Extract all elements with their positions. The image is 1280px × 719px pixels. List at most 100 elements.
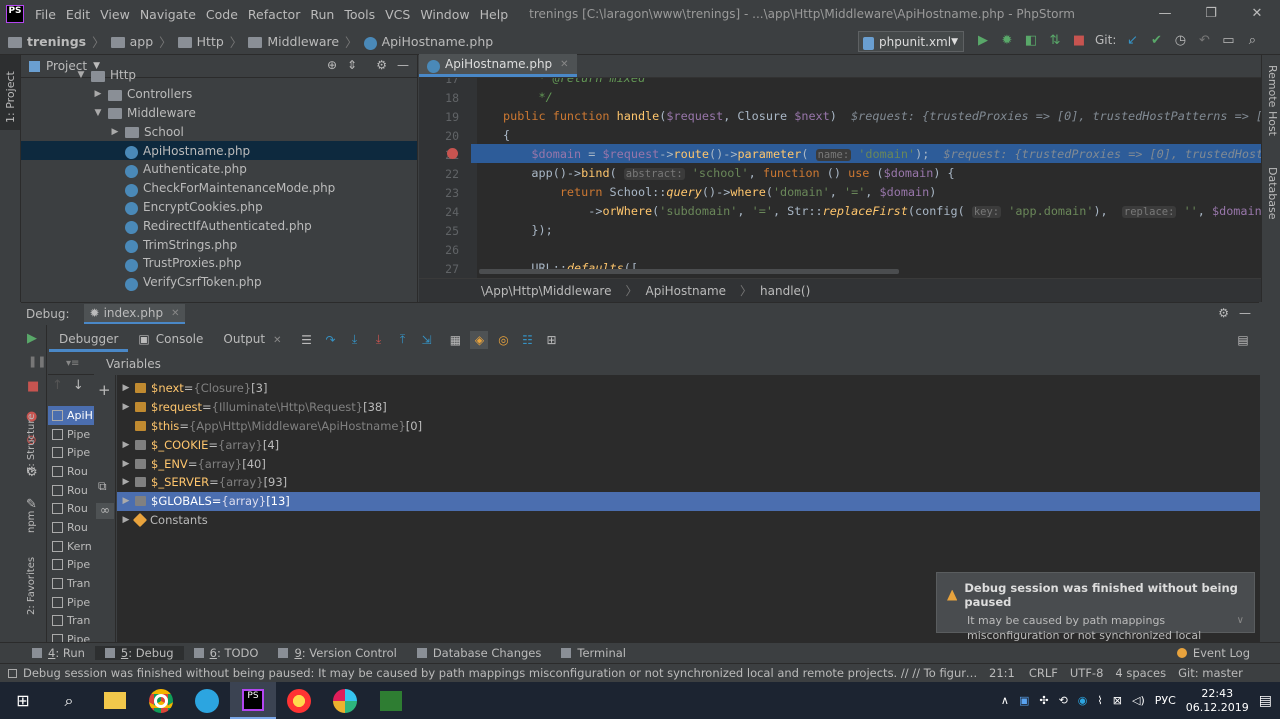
expand-arrow-icon[interactable]: ▶ bbox=[117, 477, 135, 487]
git-history-icon[interactable]: ◷ bbox=[1172, 32, 1188, 48]
stack-frame[interactable]: Tran bbox=[48, 574, 94, 593]
chevron-down-icon[interactable]: ∨ bbox=[1237, 615, 1244, 626]
project-tree-item[interactable]: ▼ Http bbox=[21, 66, 417, 85]
language-indicator[interactable]: РУС bbox=[1155, 694, 1176, 707]
windows-start-icon[interactable]: ⊞ bbox=[0, 682, 46, 719]
clock[interactable]: 22:43 06.12.2019 bbox=[1186, 687, 1249, 715]
slack-icon[interactable] bbox=[322, 682, 368, 719]
variable-row[interactable]: ▶ $request = {Illuminate\Http\Request} [3… bbox=[117, 398, 1260, 417]
project-tree-item[interactable]: VerifyCsrfToken.php bbox=[21, 273, 417, 292]
stack-frame[interactable]: Pipe bbox=[48, 443, 94, 462]
npm-tool-tab[interactable]: npm bbox=[26, 511, 37, 533]
breadcrumb-item[interactable]: app 〉 bbox=[110, 32, 172, 51]
breakpoint-icon[interactable] bbox=[447, 148, 458, 159]
telegram-icon[interactable] bbox=[184, 682, 230, 719]
menu-run[interactable]: Run bbox=[305, 7, 339, 22]
line-number[interactable]: 24 bbox=[419, 205, 459, 219]
restore-icon[interactable]: ❐ bbox=[1188, 0, 1234, 28]
project-tree-item[interactable]: ▶ Controllers bbox=[21, 85, 417, 104]
network-lock-icon[interactable]: ⊠ bbox=[1113, 694, 1122, 707]
close-session-icon[interactable]: ✕ bbox=[171, 308, 179, 319]
debug-notification[interactable]: Debug session was finished without being… bbox=[936, 572, 1255, 657]
chevron-up-icon[interactable]: ∧ bbox=[1001, 694, 1009, 707]
line-number[interactable]: 22 bbox=[419, 167, 459, 181]
step-out-icon[interactable]: ⤒ bbox=[393, 331, 411, 349]
caret-position[interactable]: 21:1 bbox=[989, 666, 1015, 680]
menu-code[interactable]: Code bbox=[201, 7, 243, 22]
structure-tool-tab[interactable]: 7: Structure bbox=[26, 414, 37, 473]
phpstorm-taskbar-icon[interactable]: PS bbox=[230, 682, 276, 719]
show-execution-point-icon[interactable]: ☰ bbox=[297, 331, 315, 349]
menu-file[interactable]: File bbox=[30, 7, 61, 22]
breadcrumb-item[interactable]: Middleware 〉 bbox=[248, 32, 358, 51]
line-number[interactable]: 17 bbox=[419, 78, 459, 86]
frame-down-icon[interactable]: ↓ bbox=[73, 378, 84, 400]
code-line-22[interactable]: app()->bind( abstract: 'school', functio… bbox=[503, 164, 955, 183]
step-over-icon[interactable]: ↷ bbox=[321, 331, 339, 349]
favorites-tool-tab[interactable]: 2: Favorites bbox=[26, 557, 37, 615]
project-tree-item[interactable]: ▼ Middleware bbox=[21, 104, 417, 123]
line-number[interactable]: 25 bbox=[419, 224, 459, 238]
tool-tab[interactable]: 4: Run bbox=[22, 646, 95, 660]
frame-up-icon[interactable]: ↑ bbox=[52, 378, 63, 400]
frames-filter[interactable]: ▾≡ bbox=[48, 352, 94, 375]
slack-tray-icon[interactable]: ✣ bbox=[1039, 694, 1048, 707]
watches-toggle-icon[interactable]: ◎ bbox=[494, 331, 512, 349]
project-tool-tab[interactable]: 1: Project bbox=[4, 71, 17, 123]
coverage-icon[interactable]: ◧ bbox=[1023, 32, 1039, 48]
laragon-icon[interactable] bbox=[368, 682, 414, 719]
variable-row[interactable]: ▶ $_ENV = {array} [40] bbox=[117, 454, 1260, 473]
code-line-25[interactable]: }); bbox=[503, 221, 552, 240]
git-rollback-icon[interactable]: ↶ bbox=[1196, 32, 1212, 48]
evaluate-expression-icon[interactable]: ▦ bbox=[446, 331, 464, 349]
line-separator[interactable]: CRLF bbox=[1029, 666, 1058, 680]
stack-frame[interactable]: Pipe bbox=[48, 556, 94, 575]
watch-icon[interactable]: ◈ bbox=[470, 330, 489, 349]
code-line-20[interactable]: { bbox=[503, 126, 510, 145]
file-explorer-icon[interactable] bbox=[92, 682, 138, 719]
stack-frame[interactable]: Rou bbox=[48, 481, 94, 500]
minimize-icon[interactable]: — bbox=[1142, 0, 1188, 28]
line-number[interactable]: 20 bbox=[419, 129, 459, 143]
editor-tab-apihostname[interactable]: ApiHostname.php ✕ bbox=[419, 54, 577, 77]
expand-arrow-icon[interactable]: ▶ bbox=[117, 459, 135, 469]
tool-tab[interactable]: Terminal bbox=[551, 646, 636, 660]
menu-help[interactable]: Help bbox=[475, 7, 514, 22]
menu-view[interactable]: View bbox=[95, 7, 135, 22]
search-icon[interactable]: ⌕ bbox=[46, 682, 92, 719]
copy-icon[interactable]: ⧉ bbox=[98, 479, 107, 494]
expand-arrow-icon[interactable]: ▶ bbox=[92, 89, 104, 99]
expand-arrow-icon[interactable]: ▼ bbox=[92, 108, 104, 118]
tool-tab[interactable]: 6: TODO bbox=[184, 646, 269, 660]
onedrive-icon[interactable]: ⟲ bbox=[1059, 694, 1068, 707]
tab-output[interactable]: Output ✕ bbox=[213, 327, 291, 352]
breadcrumb-item[interactable]: ApiHostname.php bbox=[363, 32, 493, 51]
line-number[interactable]: 18 bbox=[419, 91, 459, 105]
project-tree-item[interactable]: RedirectIfAuthenticated.php bbox=[21, 216, 417, 235]
breadcrumb-item[interactable]: trenings 〉 bbox=[8, 32, 105, 51]
code-breadcrumb-item[interactable]: handle() bbox=[760, 284, 810, 298]
stack-frame[interactable]: Rou bbox=[48, 462, 94, 481]
list-icon[interactable]: ☷ bbox=[518, 331, 536, 349]
line-number[interactable]: 19 bbox=[419, 110, 459, 124]
menu-refactor[interactable]: Refactor bbox=[243, 7, 305, 22]
project-tree-item[interactable]: Authenticate.php bbox=[21, 160, 417, 179]
telegram-tray-icon[interactable]: ◉ bbox=[1078, 694, 1088, 707]
tool-tab[interactable]: 9: Version Control bbox=[268, 646, 406, 660]
menu-vcs[interactable]: VCS bbox=[380, 7, 415, 22]
git-update-icon[interactable]: ↙ bbox=[1124, 32, 1140, 48]
expand-arrow-icon[interactable]: ▶ bbox=[117, 402, 135, 412]
pause-icon[interactable]: ❚❚ bbox=[28, 355, 46, 368]
expand-arrow-icon[interactable]: ▶ bbox=[109, 127, 121, 137]
expand-arrow-icon[interactable]: ▶ bbox=[117, 383, 135, 393]
indent-setting[interactable]: 4 spaces bbox=[1115, 666, 1166, 680]
event-log-tab[interactable]: Event Log bbox=[1176, 646, 1250, 660]
stop-icon[interactable]: ■ bbox=[1071, 32, 1087, 48]
stack-frame[interactable]: Kern bbox=[48, 537, 94, 556]
project-tree-item[interactable]: CheckForMaintenanceMode.php bbox=[21, 179, 417, 198]
variable-row[interactable]: ▶ $GLOBALS = {array} [13] bbox=[117, 491, 1260, 511]
horizontal-scrollbar[interactable] bbox=[479, 269, 899, 274]
code-line-17[interactable]: * @return mixed bbox=[503, 78, 646, 88]
tool-tab[interactable]: 5: Debug bbox=[94, 646, 184, 660]
restore-layout-icon[interactable]: ⊞ bbox=[542, 331, 560, 349]
